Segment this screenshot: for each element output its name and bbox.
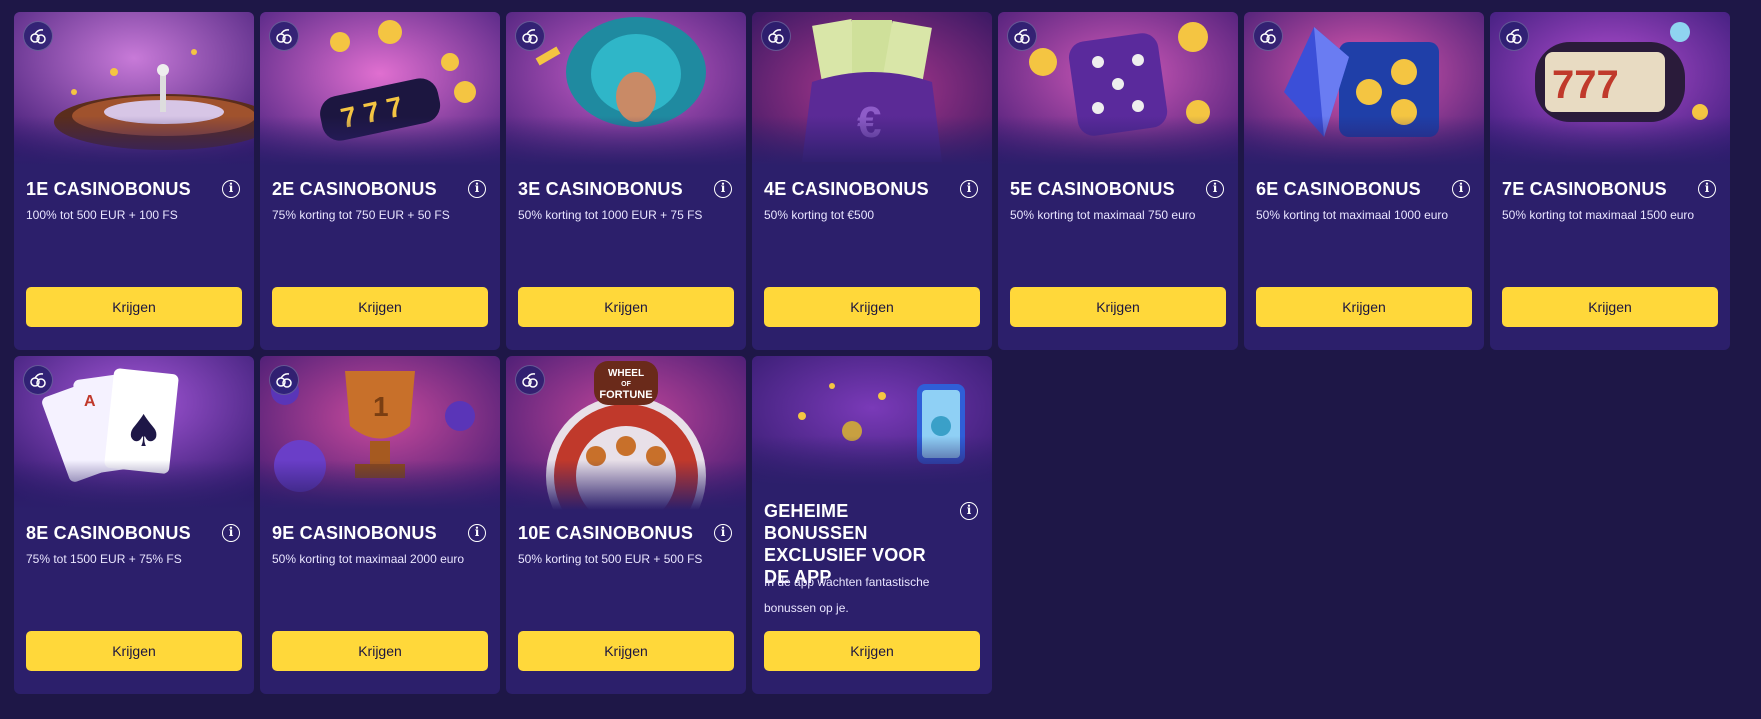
info-icon[interactable]: i xyxy=(1452,180,1470,198)
bonus-title: 6E CASINOBONUS xyxy=(1256,179,1421,199)
svg-text:♠: ♠ xyxy=(124,406,163,457)
bonus-title: 7E CASINOBONUS xyxy=(1502,179,1667,199)
claim-button[interactable]: Krijgen xyxy=(272,631,488,671)
bonus-title: 5E CASINOBONUS xyxy=(1010,179,1175,199)
claim-button[interactable]: Krijgen xyxy=(518,287,734,327)
wheel-label-line-1: WHEEL xyxy=(608,368,644,379)
bonus-description: 50% korting tot maximaal 2000 euro xyxy=(272,552,465,566)
claim-button[interactable]: Krijgen xyxy=(518,631,734,671)
claim-button[interactable]: Krijgen xyxy=(764,631,980,671)
bonus-description: 50% korting tot maximaal 750 euro xyxy=(1010,208,1196,222)
bonus-card: 6E CASINOBONUS i 50% korting tot maximaa… xyxy=(1244,12,1484,350)
info-icon[interactable]: i xyxy=(222,180,240,198)
bonus-title: 3E CASINOBONUS xyxy=(518,179,683,199)
info-icon[interactable]: i xyxy=(714,180,732,198)
claim-button[interactable]: Krijgen xyxy=(1010,287,1226,327)
cherries-icon xyxy=(1499,21,1529,51)
info-icon[interactable]: i xyxy=(960,502,978,520)
bonus-card: GEHEIME BONUSSEN EXCLUSIEF VOOR DE APP i… xyxy=(752,356,992,694)
claim-button[interactable]: Krijgen xyxy=(26,631,242,671)
cherries-icon xyxy=(515,21,545,51)
claim-button[interactable]: Krijgen xyxy=(1502,287,1718,327)
claim-button[interactable]: Krijgen xyxy=(26,287,242,327)
bonus-title: 4E CASINOBONUS xyxy=(764,179,929,199)
phone-app-image xyxy=(752,356,992,486)
bonus-title: 9E CASINOBONUS xyxy=(272,523,437,543)
cherries-icon xyxy=(269,21,299,51)
info-icon[interactable]: i xyxy=(1206,180,1224,198)
bonus-description: 50% korting tot 1000 EUR + 75 FS xyxy=(518,208,703,222)
bonus-description: 50% korting tot 500 EUR + 500 FS xyxy=(518,552,703,566)
bonus-card: 1E CASINOBONUS i 100% tot 500 EUR + 100 … xyxy=(14,12,254,350)
bonus-card: 777 7E CASINOBONUS i 50% korting tot max… xyxy=(1490,12,1730,350)
svg-text:777: 777 xyxy=(1552,63,1619,107)
bonus-description: In de app wachten fantastische bonussen … xyxy=(764,575,930,615)
info-icon[interactable]: i xyxy=(960,180,978,198)
bonus-card: € 4E CASINOBONUS i 50% korting tot €500 … xyxy=(752,12,992,350)
bonus-description: 75% korting tot 750 EUR + 50 FS xyxy=(272,208,450,222)
bonus-grid: 1E CASINOBONUS i 100% tot 500 EUR + 100 … xyxy=(14,12,1730,694)
bonus-description: 50% korting tot €500 xyxy=(764,208,875,222)
claim-button[interactable]: Krijgen xyxy=(1256,287,1472,327)
bonus-description: 50% korting tot maximaal 1500 euro xyxy=(1502,208,1695,222)
bonus-card: 1 9E CASINOBONUS i 50% korting tot maxim… xyxy=(260,356,500,694)
bonus-description: 50% korting tot maximaal 1000 euro xyxy=(1256,208,1449,222)
cherries-icon xyxy=(23,365,53,395)
bonus-title: 8E CASINOBONUS xyxy=(26,523,191,543)
claim-button[interactable]: Krijgen xyxy=(272,287,488,327)
bonus-title: 2E CASINOBONUS xyxy=(272,179,437,199)
bonus-description: 100% tot 500 EUR + 100 FS xyxy=(26,208,178,222)
svg-text:A: A xyxy=(84,393,96,410)
wheel-label-line-2: OF xyxy=(621,381,631,388)
bonus-description: 75% tot 1500 EUR + 75% FS xyxy=(26,552,182,566)
cherries-icon xyxy=(515,365,545,395)
bonus-card: ♠ A 8E CASINOBONUS i 75% tot 1500 EUR + … xyxy=(14,356,254,694)
bonus-card: 5E CASINOBONUS i 50% korting tot maximaa… xyxy=(998,12,1238,350)
info-icon[interactable]: i xyxy=(714,524,732,542)
cherries-icon xyxy=(761,21,791,51)
bonus-card: WHEEL OF FORTUNE 10E CASINOBONUS i 50% k… xyxy=(506,356,746,694)
info-icon[interactable]: i xyxy=(1698,180,1716,198)
bonus-title: 1E CASINOBONUS xyxy=(26,179,191,199)
info-icon[interactable]: i xyxy=(222,524,240,542)
bonus-card: 7 7 7 2E CASINOBONUS i 75% korting tot 7… xyxy=(260,12,500,350)
svg-text:1: 1 xyxy=(373,391,389,422)
wheel-label-line-3: FORTUNE xyxy=(599,389,652,401)
claim-button[interactable]: Krijgen xyxy=(764,287,980,327)
cherries-icon xyxy=(269,365,299,395)
info-icon[interactable]: i xyxy=(468,180,486,198)
cherries-icon xyxy=(1253,21,1283,51)
bonus-card: 3E CASINOBONUS i 50% korting tot 1000 EU… xyxy=(506,12,746,350)
bonus-title: 10E CASINOBONUS xyxy=(518,523,694,543)
cherries-icon xyxy=(23,21,53,51)
cherries-icon xyxy=(1007,21,1037,51)
info-icon[interactable]: i xyxy=(468,524,486,542)
